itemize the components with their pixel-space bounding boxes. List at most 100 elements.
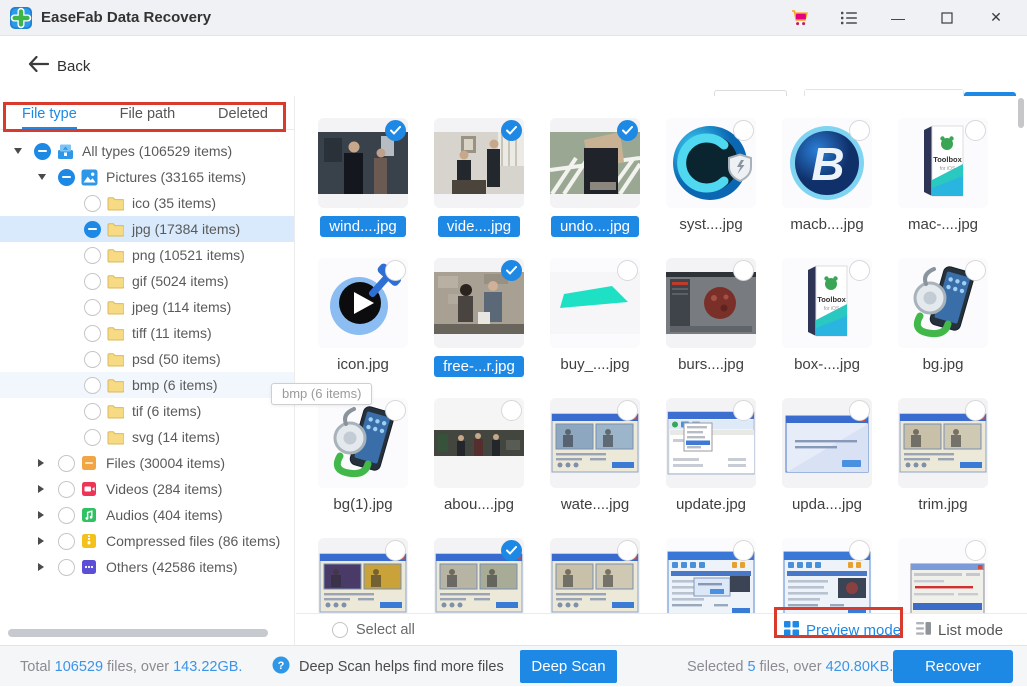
- tree-item[interactable]: Pictures (33165 items): [0, 164, 294, 190]
- deep-scan-button[interactable]: Deep Scan: [520, 650, 617, 683]
- file-grid-item[interactable]: abou....jpg: [434, 398, 524, 538]
- tree-item[interactable]: ico (35 items): [0, 190, 294, 216]
- tree-checkbox[interactable]: [34, 143, 51, 160]
- file-grid-item[interactable]: trim.jpg: [898, 398, 988, 538]
- item-checkbox[interactable]: [733, 120, 754, 141]
- tree-checkbox[interactable]: [84, 299, 101, 316]
- sidebar-horizontal-scrollbar[interactable]: [8, 629, 268, 637]
- tree-item[interactable]: All types (106529 items): [0, 138, 294, 164]
- tree-checkbox[interactable]: [84, 403, 101, 420]
- item-checkbox[interactable]: [385, 400, 406, 421]
- item-checkbox[interactable]: [617, 540, 638, 561]
- close-button[interactable]: ✕: [985, 7, 1007, 29]
- file-grid-item[interactable]: [898, 538, 988, 613]
- file-grid-item[interactable]: [782, 538, 872, 613]
- item-checkbox[interactable]: [501, 540, 522, 561]
- item-checkbox[interactable]: [617, 260, 638, 281]
- tree-item[interactable]: tiff (11 items): [0, 320, 294, 346]
- file-grid-item[interactable]: free-...r.jpg: [434, 258, 524, 398]
- item-checkbox[interactable]: [849, 400, 870, 421]
- file-grid-item[interactable]: buy_....jpg: [550, 258, 640, 398]
- item-checkbox[interactable]: [501, 400, 522, 421]
- tree-item[interactable]: psd (50 items): [0, 346, 294, 372]
- file-grid-item[interactable]: [550, 538, 640, 613]
- chevron-down-icon[interactable]: [38, 174, 58, 180]
- item-checkbox[interactable]: [501, 120, 522, 141]
- file-grid-item[interactable]: bg.jpg: [898, 258, 988, 398]
- file-grid-item[interactable]: bg(1).jpg: [318, 398, 408, 538]
- tree-checkbox[interactable]: [58, 169, 75, 186]
- item-checkbox[interactable]: [617, 400, 638, 421]
- chevron-right-icon[interactable]: [38, 563, 58, 571]
- file-grid-item[interactable]: syst....jpg: [666, 118, 756, 258]
- tree-checkbox[interactable]: [58, 481, 75, 498]
- select-all-checkbox[interactable]: [332, 622, 348, 638]
- cart-icon[interactable]: [789, 7, 811, 29]
- item-checkbox[interactable]: [965, 260, 986, 281]
- tree-checkbox[interactable]: [58, 559, 75, 576]
- list-mode-button[interactable]: List mode: [916, 614, 1003, 646]
- tree-checkbox[interactable]: [84, 377, 101, 394]
- item-checkbox[interactable]: [733, 540, 754, 561]
- tree-item[interactable]: Files (30004 items): [0, 450, 294, 476]
- tree-item[interactable]: jpg (17384 items): [0, 216, 294, 242]
- tree-item[interactable]: Videos (284 items): [0, 476, 294, 502]
- back-button[interactable]: Back: [28, 56, 90, 76]
- file-grid-item[interactable]: undo....jpg: [550, 118, 640, 258]
- menu-icon[interactable]: [838, 7, 860, 29]
- file-grid-item[interactable]: Bmacb....jpg: [782, 118, 872, 258]
- tree-checkbox[interactable]: [84, 351, 101, 368]
- item-checkbox[interactable]: [385, 120, 406, 141]
- chevron-right-icon[interactable]: [38, 511, 58, 519]
- tree-item[interactable]: Others (42586 items): [0, 554, 294, 580]
- item-checkbox[interactable]: [385, 260, 406, 281]
- tree-item[interactable]: bmp (6 items): [0, 372, 294, 398]
- file-grid-item[interactable]: burs....jpg: [666, 258, 756, 398]
- item-checkbox[interactable]: [733, 260, 754, 281]
- chevron-right-icon[interactable]: [38, 485, 58, 493]
- tree-checkbox[interactable]: [84, 195, 101, 212]
- file-grid-item[interactable]: vide....jpg: [434, 118, 524, 258]
- file-grid-item[interactable]: upda....jpg: [782, 398, 872, 538]
- chevron-down-icon[interactable]: [14, 148, 34, 154]
- grid-vertical-scrollbar[interactable]: [1018, 98, 1024, 128]
- file-grid-item[interactable]: wate....jpg: [550, 398, 640, 538]
- item-checkbox[interactable]: [965, 400, 986, 421]
- item-checkbox[interactable]: [849, 120, 870, 141]
- tree-item[interactable]: svg (14 items): [0, 424, 294, 450]
- preview-mode-button[interactable]: Preview mode: [784, 614, 901, 646]
- tab-deleted[interactable]: Deleted: [218, 106, 268, 122]
- item-checkbox[interactable]: [849, 260, 870, 281]
- tree-item[interactable]: Compressed files (86 items): [0, 528, 294, 554]
- tab-file-path[interactable]: File path: [120, 106, 176, 122]
- tree-item[interactable]: gif (5024 items): [0, 268, 294, 294]
- item-checkbox[interactable]: [965, 540, 986, 561]
- maximize-button[interactable]: [936, 7, 958, 29]
- file-grid-item[interactable]: [666, 538, 756, 613]
- tree-item[interactable]: png (10521 items): [0, 242, 294, 268]
- item-checkbox[interactable]: [849, 540, 870, 561]
- file-grid-item[interactable]: Toolboxfor iOSmac-....jpg: [898, 118, 988, 258]
- file-grid-item[interactable]: wind....jpg: [318, 118, 408, 258]
- tree-checkbox[interactable]: [84, 429, 101, 446]
- chevron-right-icon[interactable]: [38, 459, 58, 467]
- tree-checkbox[interactable]: [58, 507, 75, 524]
- question-icon[interactable]: ?: [272, 656, 290, 678]
- recover-button[interactable]: Recover: [893, 650, 1013, 683]
- tree-item[interactable]: Audios (404 items): [0, 502, 294, 528]
- tree-item[interactable]: tif (6 items): [0, 398, 294, 424]
- file-grid-item[interactable]: [318, 538, 408, 613]
- file-grid-item[interactable]: [434, 538, 524, 613]
- tree-checkbox[interactable]: [84, 221, 101, 238]
- tree-checkbox[interactable]: [58, 455, 75, 472]
- item-checkbox[interactable]: [617, 120, 638, 141]
- chevron-right-icon[interactable]: [38, 537, 58, 545]
- tab-file-type[interactable]: File type: [22, 106, 77, 122]
- item-checkbox[interactable]: [501, 260, 522, 281]
- minimize-button[interactable]: —: [887, 7, 909, 29]
- item-checkbox[interactable]: [385, 540, 406, 561]
- tree-checkbox[interactable]: [84, 247, 101, 264]
- tree-checkbox[interactable]: [84, 325, 101, 342]
- select-all-toggle[interactable]: Select all: [332, 614, 415, 646]
- tree-checkbox[interactable]: [84, 273, 101, 290]
